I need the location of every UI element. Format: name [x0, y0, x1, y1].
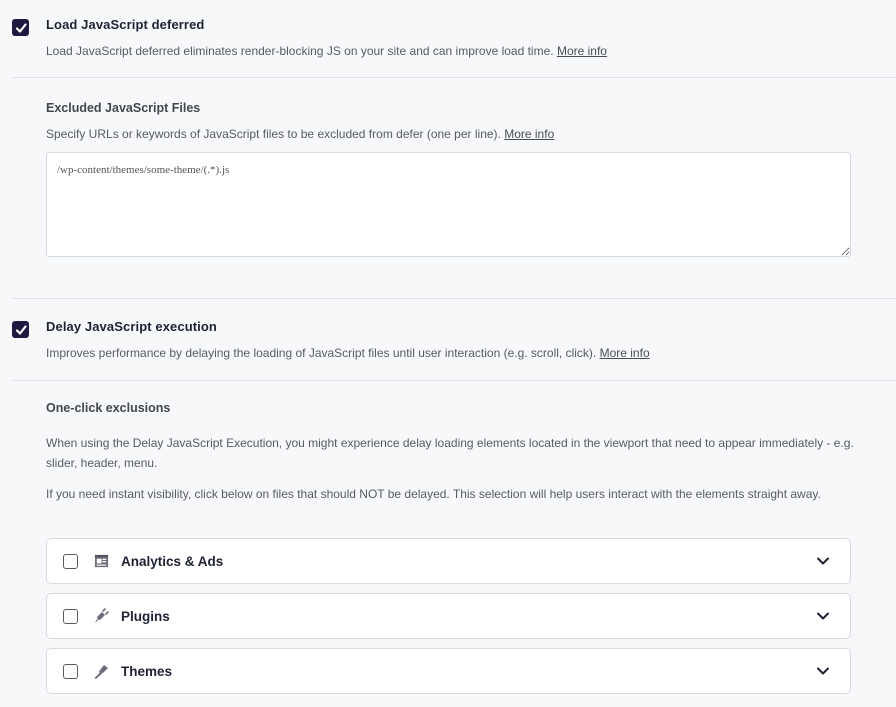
- exclusion-group-plugins[interactable]: Plugins: [46, 593, 851, 639]
- delay-execution-description: Improves performance by delaying the loa…: [46, 346, 650, 360]
- analytics-icon: [93, 553, 109, 569]
- excluded-files-more-info-link[interactable]: More info: [504, 127, 554, 141]
- exclusion-group-analytics[interactable]: Analytics & Ads: [46, 538, 851, 584]
- themes-checkbox[interactable]: [63, 663, 78, 679]
- one-click-paragraph-1: When using the Delay JavaScript Executio…: [46, 436, 854, 470]
- excluded-files-description: Specify URLs or keywords of JavaScript f…: [46, 127, 555, 141]
- themes-label: Themes: [121, 663, 173, 679]
- chevron-down-icon[interactable]: [816, 664, 830, 678]
- checkmark-icon: [15, 22, 27, 33]
- divider: [12, 380, 896, 381]
- analytics-checkbox[interactable]: [63, 553, 78, 569]
- chevron-down-icon[interactable]: [816, 609, 830, 623]
- excluded-files-title: Excluded JavaScript Files: [46, 101, 201, 115]
- excluded-files-textarea[interactable]: /wp-content/themes/some-theme/(.*).js: [46, 152, 851, 257]
- divider: [12, 298, 896, 299]
- load-deferred-description: Load JavaScript deferred eliminates rend…: [46, 44, 607, 58]
- load-deferred-checkbox[interactable]: [12, 19, 29, 36]
- brush-icon: [93, 663, 109, 679]
- delay-execution-more-info-link[interactable]: More info: [600, 346, 650, 360]
- one-click-paragraph-2: If you need instant visibility, click be…: [46, 487, 821, 501]
- chevron-down-icon[interactable]: [816, 554, 830, 568]
- plugins-label: Plugins: [121, 608, 170, 624]
- load-deferred-more-info-link[interactable]: More info: [557, 44, 607, 58]
- delay-execution-checkbox[interactable]: [12, 321, 29, 338]
- load-deferred-title: Load JavaScript deferred: [46, 17, 205, 32]
- analytics-label: Analytics & Ads: [121, 553, 224, 569]
- divider: [12, 77, 896, 78]
- plugins-checkbox[interactable]: [63, 608, 78, 624]
- exclusion-group-themes[interactable]: Themes: [46, 648, 851, 694]
- checkmark-icon: [15, 324, 27, 335]
- plug-icon: [93, 608, 109, 624]
- one-click-exclusions-title: One-click exclusions: [46, 401, 171, 415]
- delay-execution-title: Delay JavaScript execution: [46, 319, 217, 334]
